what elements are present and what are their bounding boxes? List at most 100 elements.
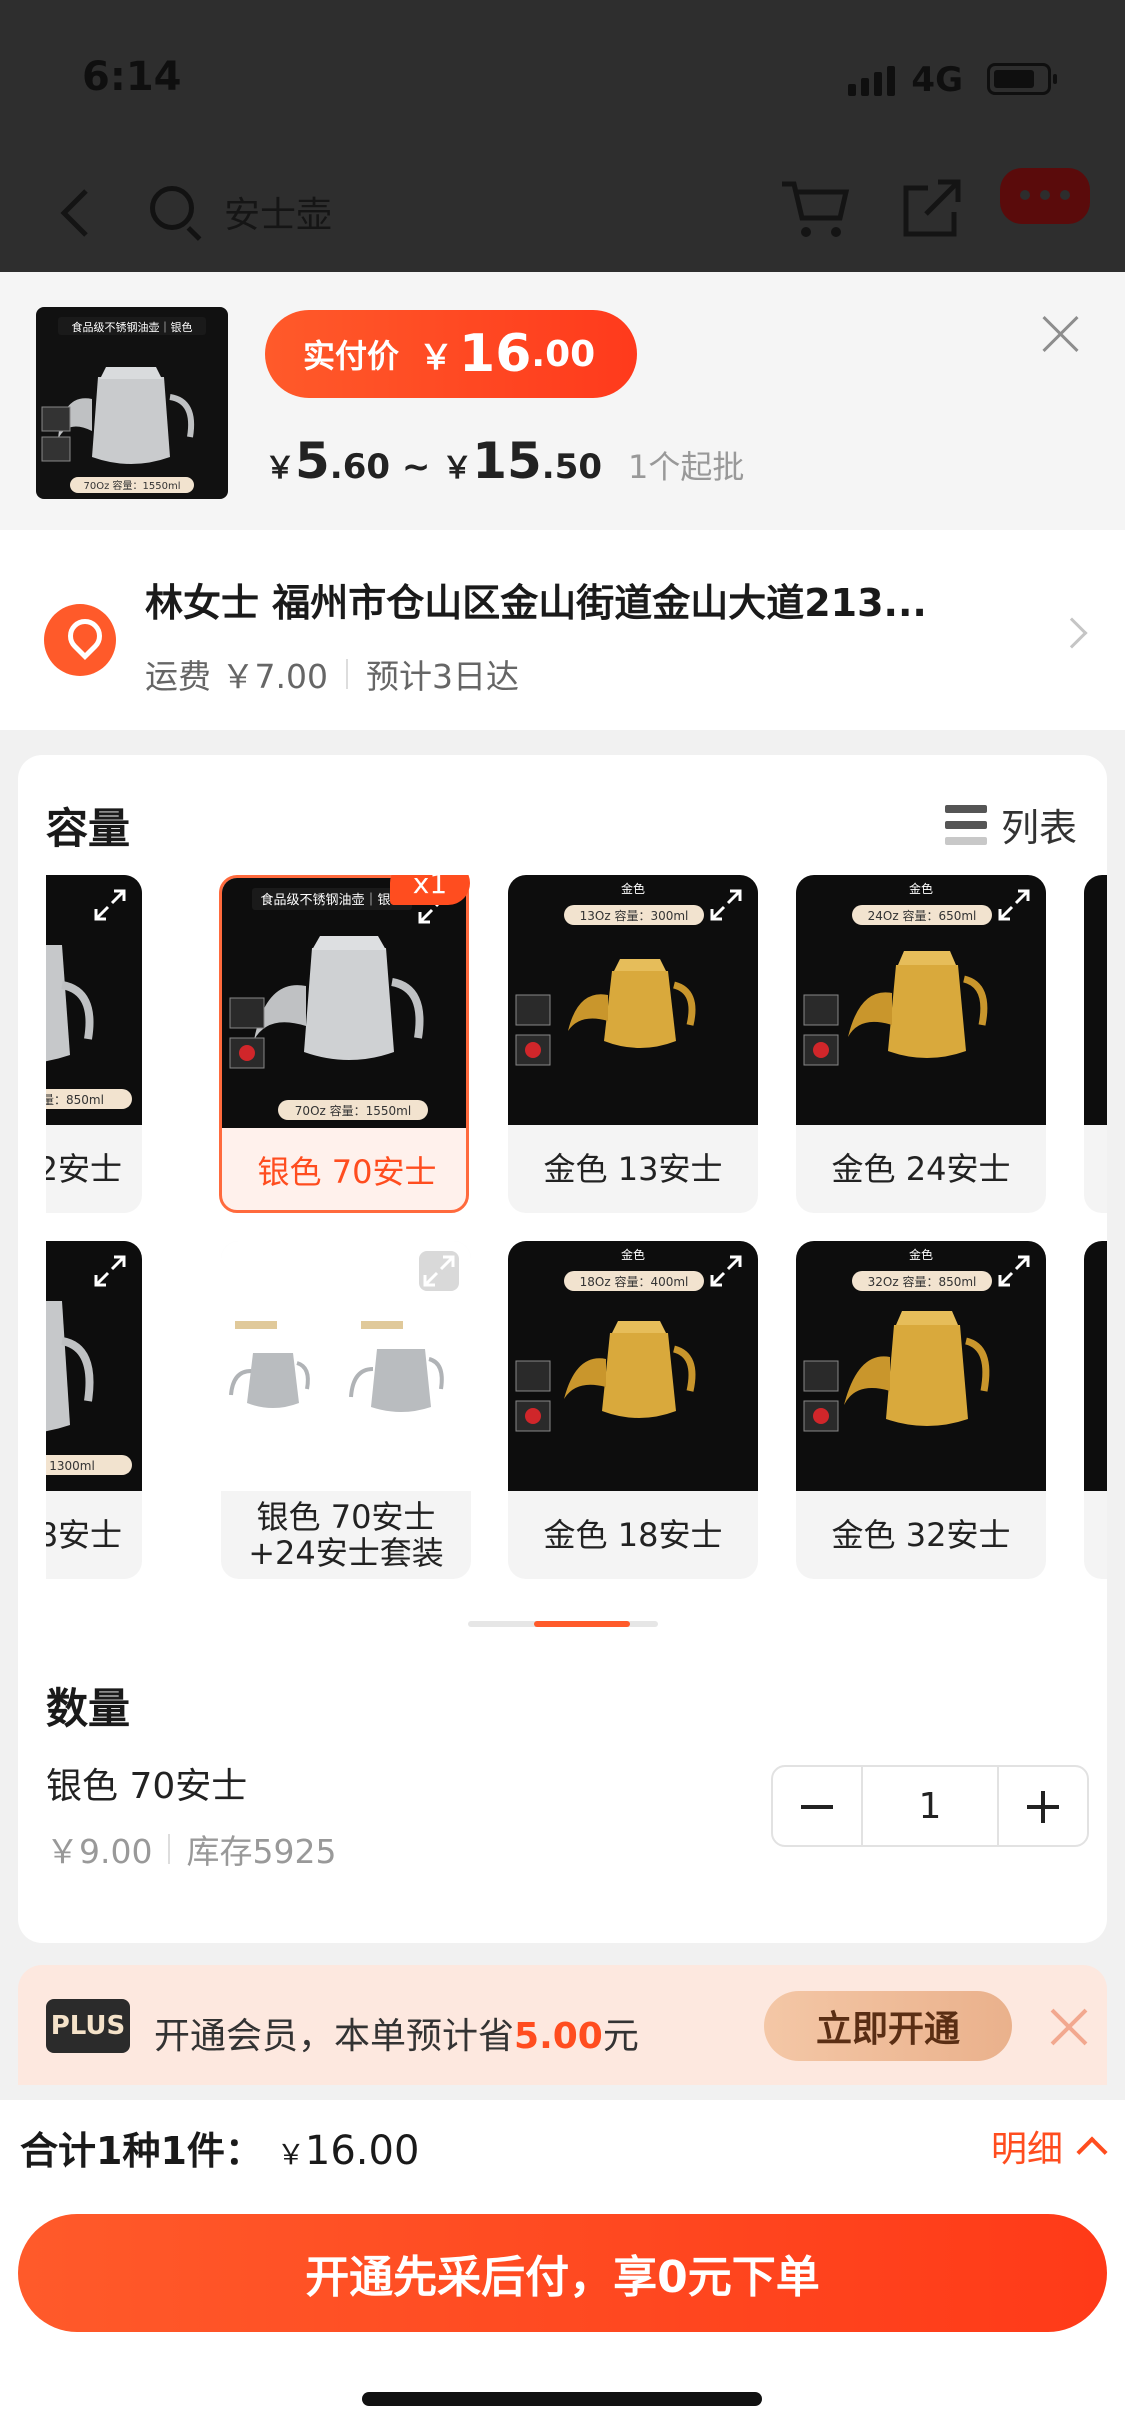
- variant-tile[interactable]: 金色 32Oz 容量：850ml 金色 32安士: [796, 1241, 1046, 1579]
- page-indicator-active: [534, 1621, 630, 1627]
- variant-caption: 8安士: [46, 1516, 122, 1554]
- network-label: 4G: [911, 60, 963, 100]
- variant-caption: 金色 24安士: [831, 1150, 1011, 1188]
- home-indicator[interactable]: [362, 2392, 762, 2406]
- variant-caption: 金色 13安士: [543, 1150, 723, 1188]
- quantity-stepper: 1: [771, 1765, 1089, 1847]
- unit-price: ￥9.00: [46, 1832, 153, 1871]
- thumb-spec: 70Oz 容量：1550ml: [84, 479, 181, 492]
- variant-tile[interactable]: 金色 13Oz 容量：300ml 金色 13安士: [508, 875, 758, 1213]
- pay-price-pill: 实付价 ￥ 16 .00: [265, 310, 637, 398]
- svg-text:1300ml: 1300ml: [49, 1459, 95, 1473]
- svg-text:32Oz 容量：850ml: 32Oz 容量：850ml: [868, 1274, 977, 1289]
- battery-icon: [987, 63, 1057, 95]
- range-high-integer: 15: [472, 432, 542, 490]
- signal-icon: [848, 66, 895, 96]
- variant-caption: 2安士: [46, 1150, 122, 1188]
- shipping-info: 运费 ￥7.00 预计3日达: [145, 650, 519, 698]
- capacity-title: 容量: [46, 804, 131, 853]
- detail-label: 明细: [990, 2129, 1063, 2170]
- svg-text:金色: 金色: [621, 1247, 645, 1262]
- location-pin-icon: [44, 604, 116, 676]
- svg-text:金色: 金色: [909, 881, 933, 896]
- plus-logo: PLUS: [46, 1999, 130, 2053]
- plus-text-suffix: 元: [602, 2016, 639, 2057]
- close-icon[interactable]: [1041, 314, 1081, 354]
- expand-icon[interactable]: [419, 1251, 459, 1291]
- variant-tile-partial[interactable]: [1084, 875, 1107, 1213]
- chevron-up-icon: [1076, 2136, 1108, 2168]
- capacity-grid: 容量：850ml 2安士 食品级不锈钢油壶｜银色: [46, 875, 1107, 1595]
- variant-caption: 金色 18安士: [543, 1516, 723, 1554]
- svg-text:食品级不锈钢油壶｜银色: 食品级不锈钢油壶｜银色: [260, 892, 403, 908]
- quantity-badge: x1: [390, 875, 470, 905]
- cart-icon[interactable]: [780, 178, 850, 240]
- quantity-input[interactable]: 1: [861, 1767, 999, 1845]
- total-value: 16.00: [304, 2128, 420, 2174]
- expand-icon[interactable]: [90, 885, 130, 925]
- svg-text:容量：850ml: 容量：850ml: [46, 1092, 104, 1107]
- status-time: 6:14: [82, 54, 182, 100]
- expand-icon[interactable]: [994, 1251, 1034, 1291]
- variant-tile-partial[interactable]: [1084, 1241, 1107, 1579]
- address-row[interactable]: 林女士 福州市仓山区金山街道金山大道213... 运费 ￥7.00 预计3日达: [0, 530, 1125, 730]
- open-membership-button[interactable]: 立即开通: [764, 1991, 1012, 2061]
- variant-tile-selected[interactable]: 食品级不锈钢油壶｜银色 70Oz 容量：1550ml 银色 70安士: [219, 875, 469, 1213]
- plus-promo-text: 开通会员，本单预计省5.00元: [154, 2007, 639, 2059]
- variant-caption: 金色 32安士: [831, 1516, 1011, 1554]
- delivery-eta: 预计3日达: [365, 657, 519, 696]
- variant-image: [1084, 1241, 1107, 1491]
- variant-tile[interactable]: 银色 70安士 +24安士套装: [221, 1241, 471, 1579]
- expand-icon[interactable]: [994, 885, 1034, 925]
- expand-icon[interactable]: [90, 1251, 130, 1291]
- range-high-decimal: .50: [541, 447, 603, 487]
- pay-price-currency: ￥: [419, 337, 454, 378]
- min-order: 1个起批: [628, 448, 745, 486]
- range-low-currency: ￥: [265, 451, 295, 486]
- total-currency: ￥: [276, 2138, 305, 2171]
- product-thumbnail[interactable]: 食品级不锈钢油壶｜银色 70Oz 容量：1550ml: [36, 307, 228, 499]
- list-view-button[interactable]: 列表: [944, 797, 1077, 852]
- svg-text:24Oz 容量：650ml: 24Oz 容量：650ml: [868, 908, 977, 923]
- total-summary: 合计1种1件： ￥16.00: [20, 2120, 419, 2175]
- search-input[interactable]: 安士壶: [224, 186, 332, 238]
- variant-tile[interactable]: 金色 24Oz 容量：650ml 金色 24安士: [796, 875, 1046, 1213]
- expand-icon[interactable]: [706, 1251, 746, 1291]
- variant-tile[interactable]: 1300ml 8安士: [46, 1241, 142, 1579]
- share-icon[interactable]: [900, 176, 964, 240]
- range-low-integer: 5: [295, 432, 330, 490]
- top-nav: 安士壶: [0, 160, 1125, 272]
- variant-image: [1084, 875, 1107, 1125]
- decrease-button[interactable]: [773, 1767, 861, 1845]
- variant-caption: 银色 70安士 +24安士套装: [248, 1498, 444, 1572]
- back-icon[interactable]: [50, 185, 106, 241]
- checkout-button[interactable]: 开通先采后付，享0元下单: [18, 2214, 1107, 2332]
- range-low-decimal: .60: [329, 447, 391, 487]
- svg-text:金色: 金色: [621, 881, 645, 896]
- chevron-right-icon: [1056, 617, 1088, 649]
- pay-price-label: 实付价: [303, 337, 400, 375]
- variant-caption: 银色 70安士: [257, 1153, 437, 1191]
- page-indicator: [468, 1621, 658, 1627]
- chat-icon[interactable]: [1000, 168, 1090, 224]
- range-high-currency: ￥: [442, 451, 473, 486]
- status-bar: 6:14 4G: [0, 0, 1125, 160]
- variant-tile[interactable]: 容量：850ml 2安士: [46, 875, 142, 1213]
- svg-text:13Oz 容量：300ml: 13Oz 容量：300ml: [580, 908, 689, 923]
- search-icon[interactable]: [150, 186, 194, 230]
- total-label: 合计1种1件：: [20, 2129, 263, 2173]
- list-view-label: 列表: [1000, 806, 1077, 850]
- close-icon[interactable]: [1049, 2007, 1089, 2047]
- plus-text-prefix: 开通会员，本单预计省: [154, 2016, 515, 2057]
- plus-saving: 5.00: [514, 2016, 603, 2057]
- expand-icon[interactable]: [706, 885, 746, 925]
- selected-variant: 银色 70安士: [46, 1766, 248, 1807]
- options-card: 容量 列表 容量：850ml 2安士: [18, 755, 1107, 1943]
- list-icon: [944, 804, 987, 845]
- svg-text:70Oz 容量：1550ml: 70Oz 容量：1550ml: [295, 1103, 411, 1118]
- increase-button[interactable]: [999, 1767, 1087, 1845]
- detail-toggle[interactable]: 明细: [990, 2120, 1108, 2172]
- thumb-label: 食品级不锈钢油壶｜银色: [72, 320, 193, 334]
- sku-header: 食品级不锈钢油壶｜银色 70Oz 容量：1550ml 实付价 ￥ 16 .00 …: [0, 272, 1125, 530]
- variant-tile[interactable]: 金色 18Oz 容量：400ml 金色 18安士: [508, 1241, 758, 1579]
